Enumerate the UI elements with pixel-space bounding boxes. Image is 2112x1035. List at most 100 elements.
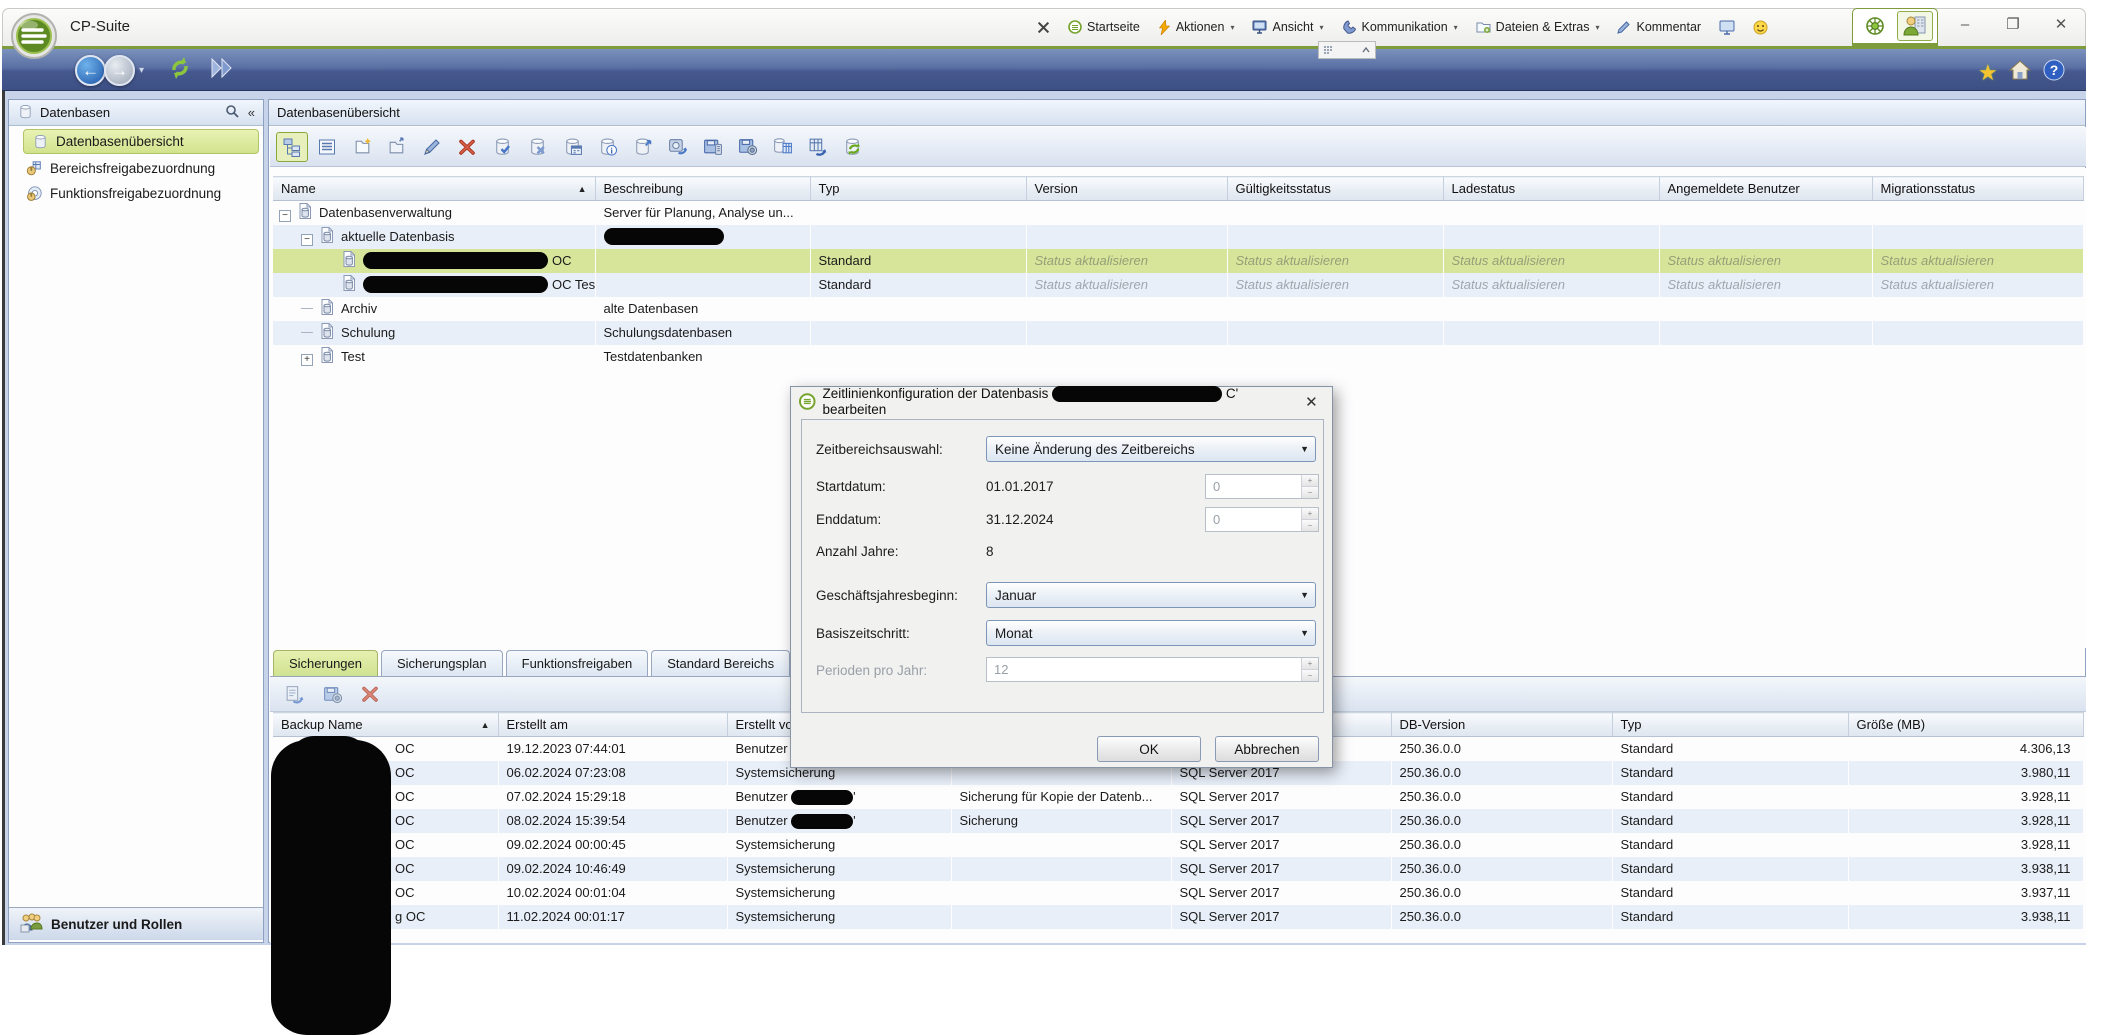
close-window-button[interactable]: ✕ [2046, 12, 2076, 36]
customize-toolbar-popup[interactable] [1318, 41, 1376, 59]
db-table-button[interactable] [766, 132, 798, 162]
cancel-button[interactable]: Abbrechen [1215, 736, 1319, 762]
back-icon[interactable]: ← [75, 55, 106, 86]
backup-column-header[interactable]: Backup Name▲ [273, 713, 498, 737]
sidebar-item-bereichsfreigabezuordnung[interactable]: Bereichsfreigabezuordnung [9, 156, 263, 181]
menu-item-ansicht[interactable]: Ansicht▾ [1245, 16, 1330, 38]
tree-view-button[interactable] [276, 132, 308, 162]
column-header-name[interactable]: Name▲ [273, 177, 595, 201]
backup-create-button[interactable] [696, 132, 728, 162]
dialog-close-icon[interactable]: ✕ [1299, 391, 1324, 413]
typ-cell [810, 321, 1026, 345]
network-green-button[interactable] [1857, 11, 1893, 41]
startdatum-spinner[interactable]: 0 +− [1205, 474, 1319, 499]
backup-table-row[interactable]: OC09.02.2024 10:46:49SystemsicherungSQL … [273, 857, 2083, 881]
column-header-gültigkeitsstatus[interactable]: Gültigkeitsstatus [1227, 177, 1443, 201]
refresh-icon[interactable] [166, 54, 194, 87]
backup-camera-button[interactable] [316, 679, 348, 709]
history-dropdown-icon[interactable]: ▾ [139, 65, 144, 76]
db-name-cell: OC Testdaten... [273, 273, 595, 297]
status-cell [1026, 201, 1227, 225]
main-table-row[interactable]: OC Testdaten...StandardStatus aktualisie… [273, 273, 2083, 297]
tab-sicherungsplan[interactable]: Sicherungsplan [381, 650, 503, 676]
menu-item-kommunikation[interactable]: Kommunikation▾ [1335, 16, 1465, 38]
collapse-node-icon[interactable]: − [301, 234, 313, 246]
backup-restore-button[interactable] [278, 679, 310, 709]
forward-icon[interactable]: → [104, 55, 135, 86]
db-invalidate-button[interactable] [521, 132, 553, 162]
refresh-green-button[interactable] [836, 132, 868, 162]
main-table-row[interactable]: −DatenbasenverwaltungServer für Planung,… [273, 201, 2083, 225]
column-header-angemeldete-benutzer[interactable]: Angemeldete Benutzer [1659, 177, 1872, 201]
timeline-config-dialog: Zeitlinienkonfiguration der Datenbasis C… [790, 386, 1333, 768]
maximize-window-button[interactable]: ❐ [1998, 12, 2028, 36]
backup-column-header[interactable]: Größe (MB) [1848, 713, 2083, 737]
backup-column-header[interactable]: Typ [1612, 713, 1848, 737]
status-cell [1443, 201, 1659, 225]
expand-node-icon[interactable]: + [301, 354, 313, 366]
skip-forward-icon[interactable] [208, 55, 238, 86]
column-header-ladestatus[interactable]: Ladestatus [1443, 177, 1659, 201]
backup-column-header[interactable]: DB-Version [1391, 713, 1612, 737]
basiszeitschritt-select[interactable]: Monat▼ [986, 620, 1316, 646]
size-cell: 4.306,13 [1848, 737, 2083, 761]
table-refresh-button[interactable] [801, 132, 833, 162]
menu-item-kommentar[interactable]: Kommentar [1610, 16, 1708, 38]
db-restore-button[interactable] [661, 132, 693, 162]
main-table-row[interactable]: SchulungSchulungsdatenbasen [273, 321, 2083, 345]
column-header-typ[interactable]: Typ [810, 177, 1026, 201]
list-view-button[interactable] [311, 132, 343, 162]
db-info-button[interactable]: i [591, 132, 623, 162]
collapse-icon[interactable]: « [248, 105, 255, 120]
app-switch-buttons [1852, 8, 1938, 46]
tab-sicherungen[interactable]: Sicherungen [273, 650, 378, 676]
delete-button[interactable] [451, 132, 483, 162]
edit-pencil-button[interactable] [416, 132, 448, 162]
backup-table-row[interactable]: OC08.02.2024 15:39:54Benutzer 'Sicherung… [273, 809, 2083, 833]
sidebar-item-funktionsfreigabezuordnung[interactable]: Funktionsfreigabezuordnung [9, 181, 263, 206]
zeitbereichsauswahl-select[interactable]: Keine Änderung des Zeitbereichs▼ [986, 436, 1316, 462]
backup-camera-button[interactable] [731, 132, 763, 162]
db-timeline-button[interactable] [556, 132, 588, 162]
tab-standard-bereichs[interactable]: Standard Bereichs [651, 650, 790, 676]
screen-share-icon[interactable] [1712, 16, 1742, 39]
backup-table-row[interactable]: OC07.02.2024 15:29:18Benutzer 'Sicherung… [273, 785, 2083, 809]
home-icon[interactable] [2008, 59, 2032, 86]
column-header-beschreibung[interactable]: Beschreibung [595, 177, 810, 201]
main-table-row[interactable]: −aktuelle Datenbasis [273, 225, 2083, 249]
tab-funktionsfreigaben[interactable]: Funktionsfreigaben [506, 650, 649, 676]
monitor-icon [1252, 20, 1267, 34]
main-table-row[interactable]: +TestTestdatenbanken [273, 345, 2083, 369]
column-header-migrationsstatus[interactable]: Migrationsstatus [1872, 177, 2083, 201]
close-x-icon[interactable] [1030, 17, 1057, 38]
user-building-button[interactable] [1897, 11, 1933, 41]
geschaeftsjahresbeginn-select[interactable]: Januar▼ [986, 582, 1316, 608]
backup-table-row[interactable]: OC10.02.2024 00:01:04SystemsicherungSQL … [273, 881, 2083, 905]
favorite-star-icon[interactable]: ★ [1978, 60, 1998, 86]
new-database-folder-button[interactable] [346, 132, 378, 162]
column-header-version[interactable]: Version [1026, 177, 1227, 201]
minimize-window-button[interactable]: – [1950, 12, 1980, 36]
delete-button[interactable] [354, 679, 386, 709]
open-folder-button[interactable] [381, 132, 413, 162]
menu-item-startseite[interactable]: Startseite [1061, 16, 1147, 38]
enddatum-spinner[interactable]: 0 +− [1205, 507, 1319, 532]
menu-item-dateien-extras[interactable]: Dateien & Extras▾ [1469, 16, 1607, 38]
ok-button[interactable]: OK [1097, 736, 1201, 762]
perioden-spinner[interactable]: 12 +− [986, 657, 1319, 682]
db-validate-button[interactable] [486, 132, 518, 162]
main-table-row[interactable]: OCStandardStatus aktualisierenStatus akt… [273, 249, 2083, 273]
sidebar-item-datenbasenübersicht[interactable]: Datenbasenübersicht [23, 129, 259, 154]
main-table-row[interactable]: Archivalte Datenbasen [273, 297, 2083, 321]
collapse-node-icon[interactable]: − [279, 210, 291, 222]
smiley-icon[interactable] [1746, 16, 1775, 39]
backup-column-header[interactable]: Erstellt am [498, 713, 727, 737]
help-icon[interactable]: ? [2042, 58, 2066, 87]
sidebar-footer-users-roles[interactable]: Benutzer und Rollen [9, 907, 263, 940]
backup-table-row[interactable]: g OC11.02.2024 00:01:17SystemsicherungSQ… [273, 905, 2083, 929]
db-export-button[interactable] [626, 132, 658, 162]
cp-suite-logo-icon[interactable] [10, 12, 58, 60]
search-icon[interactable] [225, 104, 239, 121]
menu-item-aktionen[interactable]: Aktionen▾ [1151, 16, 1242, 39]
backup-table-row[interactable]: OC09.02.2024 00:00:45SystemsicherungSQL … [273, 833, 2083, 857]
